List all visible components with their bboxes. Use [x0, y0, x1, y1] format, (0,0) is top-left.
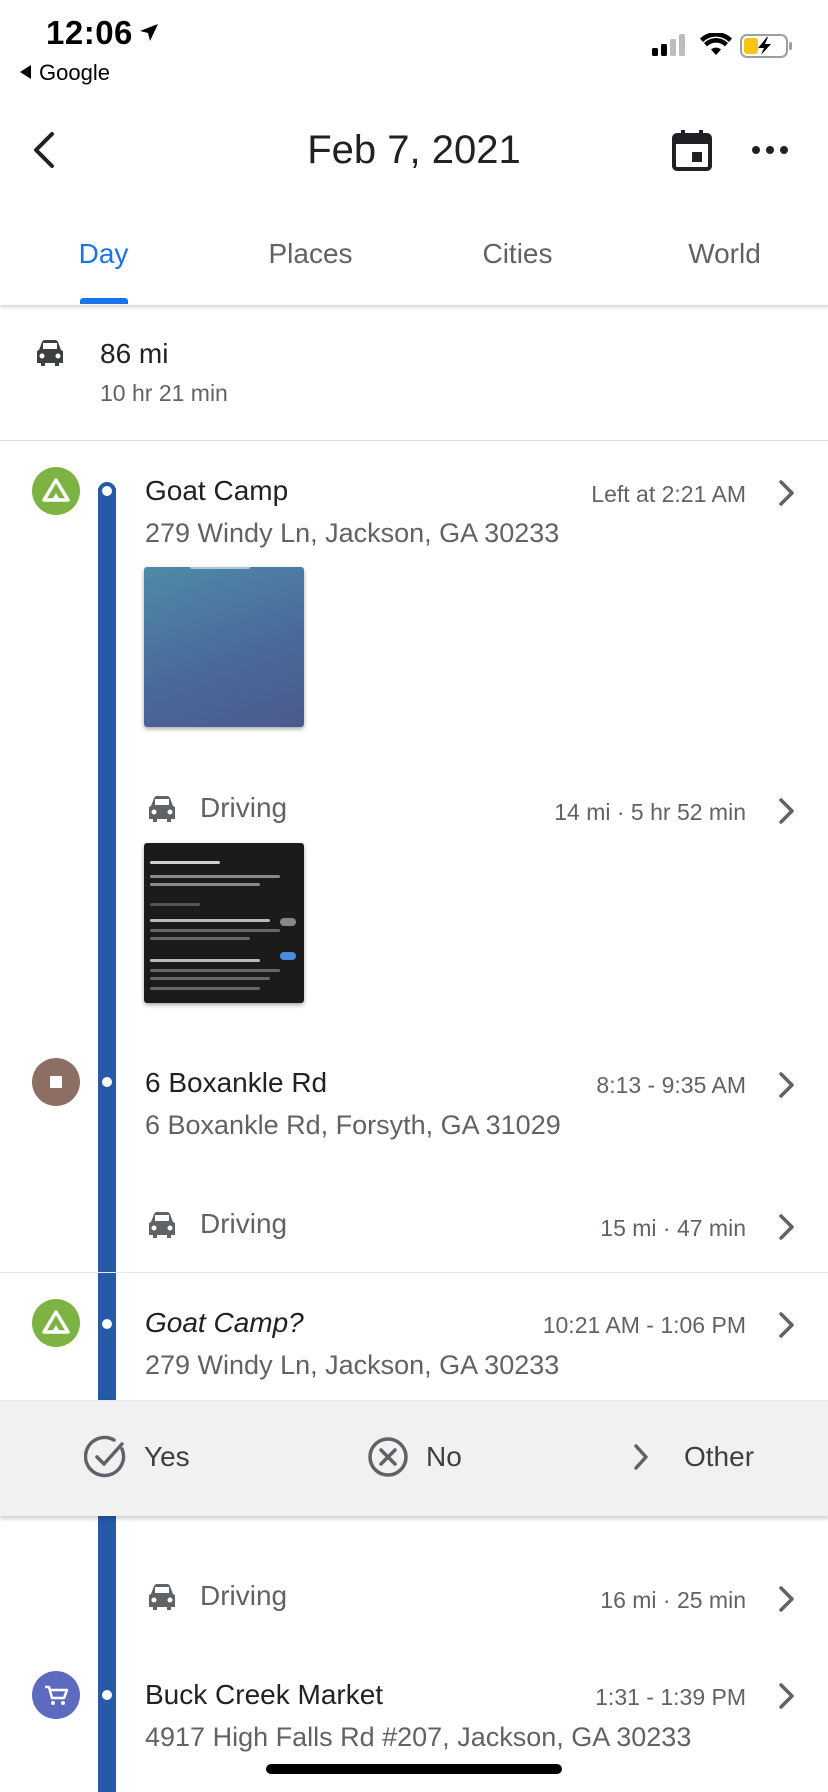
place-pin	[32, 1671, 80, 1719]
day-summary: 86 mi 10 hr 21 min	[0, 306, 828, 441]
home-indicator[interactable]	[266, 1764, 562, 1774]
car-icon	[37, 340, 63, 366]
chevron-right-icon[interactable]	[776, 1212, 798, 1242]
place-pin	[32, 1058, 80, 1106]
chevron-right-icon[interactable]	[776, 796, 798, 826]
activity-stats: 16 mi · 25 min	[600, 1587, 746, 1613]
cart-icon	[45, 1685, 69, 1705]
chevron-right-icon[interactable]	[776, 478, 798, 508]
place-address: 6 Boxankle Rd, Forsyth, GA 31029	[145, 1110, 561, 1140]
stop-icon	[50, 1076, 62, 1088]
place-name[interactable]: Buck Creek Market	[145, 1679, 383, 1711]
tab-day[interactable]: Day	[0, 238, 207, 270]
calendar-icon[interactable]	[670, 128, 714, 172]
place-time: 8:13 - 9:35 AM	[596, 1072, 746, 1098]
activity-stats: 15 mi · 47 min	[600, 1215, 746, 1241]
car-icon	[149, 796, 175, 822]
place-name[interactable]: 6 Boxankle Rd	[145, 1067, 327, 1099]
place-time: 10:21 AM - 1:06 PM	[542, 1312, 746, 1338]
cellular-signal-icon	[652, 34, 685, 56]
location-arrow-icon	[140, 24, 158, 41]
tab-bar: Day Places Cities World	[0, 210, 828, 306]
place-address: 4917 High Falls Rd #207, Jackson, GA 302…	[145, 1722, 692, 1752]
timeline-start-dot	[98, 482, 116, 500]
chevron-right-icon[interactable]	[776, 1681, 798, 1711]
more-options-icon[interactable]	[750, 140, 790, 160]
place-address: 279 Windy Ln, Jackson, GA 30233	[145, 518, 560, 548]
divider	[0, 1272, 828, 1273]
car-icon	[149, 1584, 175, 1610]
chevron-right-icon[interactable]	[776, 1310, 798, 1340]
timeline-line	[98, 1516, 116, 1792]
back-app-label: Google	[39, 60, 110, 85]
chevron-right-icon[interactable]	[776, 1070, 798, 1100]
back-to-app-link[interactable]: Google	[20, 60, 110, 86]
other-button[interactable]: Other	[624, 1435, 774, 1481]
place-time: 1:31 - 1:39 PM	[595, 1684, 746, 1710]
timeline-dot	[102, 1319, 112, 1329]
app-header: Feb 7, 2021	[0, 100, 828, 200]
place-pin	[32, 467, 80, 515]
no-button[interactable]: No	[366, 1435, 486, 1481]
chevron-right-icon	[634, 1444, 648, 1470]
total-duration: 10 hr 21 min	[100, 380, 228, 406]
activity-label[interactable]: Driving	[200, 1580, 287, 1612]
status-time: 12:06	[46, 14, 133, 51]
wifi-icon	[700, 33, 732, 55]
activity-stats: 14 mi · 5 hr 52 min	[554, 799, 746, 825]
activity-photo[interactable]	[144, 843, 304, 1003]
tab-world[interactable]: World	[621, 238, 828, 270]
place-name[interactable]: Goat Camp?	[145, 1307, 304, 1339]
tab-places[interactable]: Places	[207, 238, 414, 270]
timeline-line	[98, 488, 116, 1400]
place-address: 279 Windy Ln, Jackson, GA 30233	[145, 1350, 560, 1380]
visit-confirm-bar: Yes No Other	[0, 1400, 828, 1516]
place-time: Left at 2:21 AM	[591, 481, 746, 507]
car-icon	[149, 1212, 175, 1238]
check-circle-icon	[84, 1435, 126, 1478]
no-label: No	[426, 1441, 462, 1472]
active-tab-indicator	[80, 298, 128, 304]
total-distance: 86 mi	[100, 338, 169, 369]
cancel-circle-icon	[368, 1437, 408, 1477]
tent-icon	[42, 478, 70, 502]
yes-button[interactable]: Yes	[84, 1435, 214, 1481]
place-pin	[32, 1299, 80, 1347]
other-label: Other	[684, 1441, 755, 1472]
yes-label: Yes	[144, 1441, 190, 1472]
tent-icon	[42, 1310, 70, 1334]
timeline-dot	[102, 1077, 112, 1087]
place-photo[interactable]	[144, 567, 304, 727]
activity-label[interactable]: Driving	[200, 792, 287, 824]
chevron-right-icon[interactable]	[776, 1584, 798, 1614]
timeline-dot	[102, 1690, 112, 1700]
status-bar: 12:06 Google	[0, 0, 828, 96]
tab-cities[interactable]: Cities	[414, 238, 621, 270]
place-name[interactable]: Goat Camp	[145, 475, 288, 507]
back-triangle-icon	[20, 65, 31, 79]
battery-charging-icon	[740, 34, 792, 58]
activity-label[interactable]: Driving	[200, 1208, 287, 1240]
